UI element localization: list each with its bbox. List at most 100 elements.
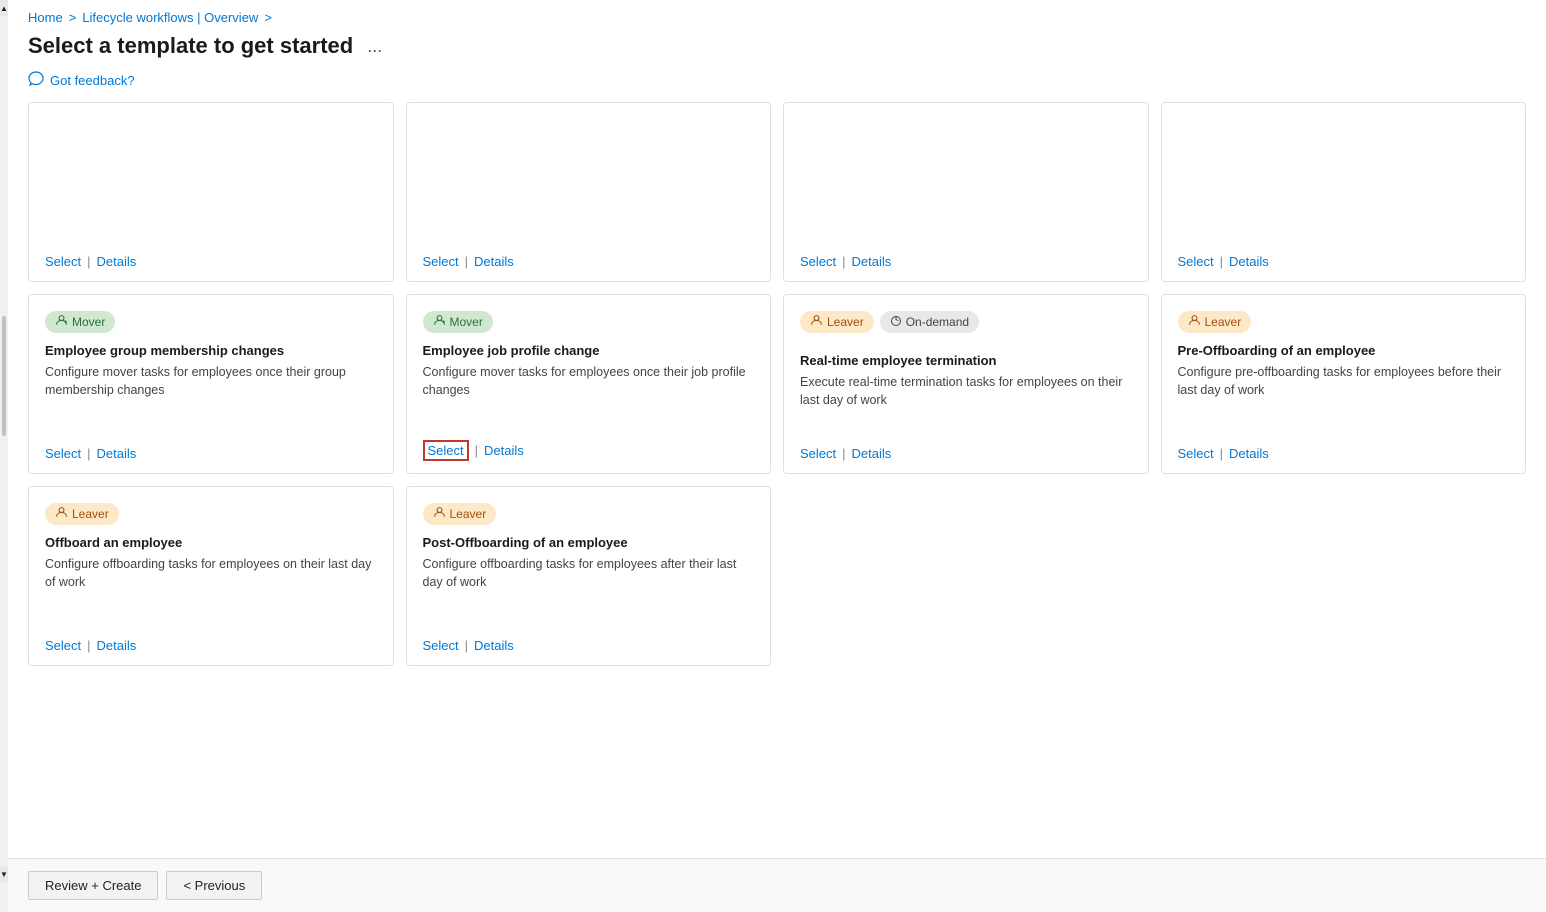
card-leaver-preoff-details[interactable]: Details [1229,446,1269,461]
badge-leaver-3: Leaver [45,503,119,525]
feedback-icon [28,71,44,90]
card-mover-group-desc: Configure mover tasks for employees once… [45,364,377,399]
card-leaver-offboard: Leaver Offboard an employee Configure of… [28,486,394,666]
card-mover-group-footer: Select | Details [45,446,377,461]
cards-row-1: Select | Details Select | Details [28,102,1526,282]
card-leaver-preoff-footer: Select | Details [1178,446,1510,461]
card-leaver-preoff-desc: Configure pre-offboarding tasks for empl… [1178,364,1510,399]
badge-leaver-label-4: Leaver [450,507,487,521]
breadcrumb-parent[interactable]: Lifecycle workflows | Overview [82,10,258,25]
card-row1-4-details[interactable]: Details [1229,254,1269,269]
divider: | [87,254,90,269]
scroll-thumb[interactable] [2,316,6,436]
card-row1-3-select[interactable]: Select [800,254,836,269]
scroll-arrow-down[interactable]: ▼ [0,866,8,882]
scroll-arrow-up[interactable]: ▲ [0,0,8,16]
divider: | [842,254,845,269]
card-row1-3-details[interactable]: Details [852,254,892,269]
divider: | [1220,446,1223,461]
ondemand-icon-1 [890,315,902,330]
card-row1-2-details[interactable]: Details [474,254,514,269]
card-leaver-preoff: Leaver Pre-Offboarding of an employee Co… [1161,294,1527,474]
card-leaver-preoff-select[interactable]: Select [1178,446,1214,461]
badge-leaver-2: Leaver [1178,311,1252,333]
card-mover-group-details[interactable]: Details [97,446,137,461]
breadcrumb-sep1: > [69,10,77,25]
cards-area: Select | Details Select | Details [8,102,1546,858]
card-row1-4-footer: Select | Details [1178,254,1510,269]
card-leaver-postoff-select[interactable]: Select [423,638,459,653]
card-row1-4-select[interactable]: Select [1178,254,1214,269]
badge-mover-2: Mover [423,311,493,333]
page-title: Select a template to get started [28,33,353,59]
bottom-bar: Review + Create < Previous [8,858,1546,912]
card-leaver-postoff-footer: Select | Details [423,638,755,653]
card-leaver-offboard-footer: Select | Details [45,638,377,653]
card-row1-1-footer: Select | Details [45,254,377,269]
card-mover-job-title: Employee job profile change [423,343,755,358]
badge-leaver-label-1: Leaver [827,315,864,329]
card-empty-1 [783,486,1149,666]
card-leaver-termination-title: Real-time employee termination [800,353,1132,368]
card-row1-2-select[interactable]: Select [423,254,459,269]
card-leaver-offboard-details[interactable]: Details [97,638,137,653]
divider: | [465,254,468,269]
scrollbar-left[interactable]: ▲ ▼ [0,0,8,912]
leaver-icon-2 [1188,314,1201,330]
badge-leaver-4: Leaver [423,503,497,525]
breadcrumb: Home > Lifecycle workflows | Overview > [8,0,1546,29]
card-leaver-offboard-desc: Configure offboarding tasks for employee… [45,556,377,591]
card-leaver-termination-details[interactable]: Details [852,446,892,461]
cards-row-3: Leaver Offboard an employee Configure of… [28,486,1526,666]
badge-leaver-1: Leaver [800,311,874,333]
feedback-row[interactable]: Got feedback? [8,67,1546,102]
card-mover-group-select[interactable]: Select [45,446,81,461]
card-leaver-termination-footer: Select | Details [800,446,1132,461]
card-mover-group-title: Employee group membership changes [45,343,377,358]
review-create-button[interactable]: Review + Create [28,871,158,900]
badge-mover-label-2: Mover [450,315,483,329]
card-row1-3: Select | Details [783,102,1149,282]
card-row1-1-details[interactable]: Details [97,254,137,269]
card-leaver-termination: Leaver On-demand Real-time employee term… [783,294,1149,474]
badge-leaver-label-3: Leaver [72,507,109,521]
card-row1-4: Select | Details [1161,102,1527,282]
card-leaver-preoff-title: Pre-Offboarding of an employee [1178,343,1510,358]
breadcrumb-sep2: > [264,10,272,25]
divider: | [465,638,468,653]
card-mover-job-details[interactable]: Details [484,443,524,458]
card-mover-job: Mover Employee job profile change Config… [406,294,772,474]
breadcrumb-home[interactable]: Home [28,10,63,25]
card-mover-group: Mover Employee group membership changes … [28,294,394,474]
badge-leaver-label-2: Leaver [1205,315,1242,329]
previous-button[interactable]: < Previous [166,871,262,900]
card-leaver-postoff-desc: Configure offboarding tasks for employee… [423,556,755,591]
card-row1-3-footer: Select | Details [800,254,1132,269]
badge-ondemand-1: On-demand [880,311,979,333]
divider: | [475,443,478,458]
divider: | [87,446,90,461]
feedback-text: Got feedback? [50,73,135,88]
card-row1-1-select[interactable]: Select [45,254,81,269]
leaver-icon-3 [55,506,68,522]
leaver-icon-4 [433,506,446,522]
leaver-icon-1 [810,314,823,330]
card-leaver-offboard-select[interactable]: Select [45,638,81,653]
badge-mover-1: Mover [45,311,115,333]
badge-mover-label-1: Mover [72,315,105,329]
card-leaver-postoff-title: Post-Offboarding of an employee [423,535,755,550]
card-mover-job-select[interactable]: Select [423,440,469,461]
card-row1-1: Select | Details [28,102,394,282]
card-leaver-postoff: Leaver Post-Offboarding of an employee C… [406,486,772,666]
card-mover-job-footer: Select | Details [423,440,755,461]
mover-icon-2 [433,314,446,330]
more-options-icon[interactable]: ... [361,34,388,59]
card-leaver-offboard-title: Offboard an employee [45,535,377,550]
card-leaver-termination-select[interactable]: Select [800,446,836,461]
card-leaver-postoff-details[interactable]: Details [474,638,514,653]
cards-row-2: Mover Employee group membership changes … [28,294,1526,474]
card-mover-job-desc: Configure mover tasks for employees once… [423,364,755,399]
card-empty-2 [1161,486,1527,666]
mover-icon-1 [55,314,68,330]
card-row1-2-footer: Select | Details [423,254,755,269]
